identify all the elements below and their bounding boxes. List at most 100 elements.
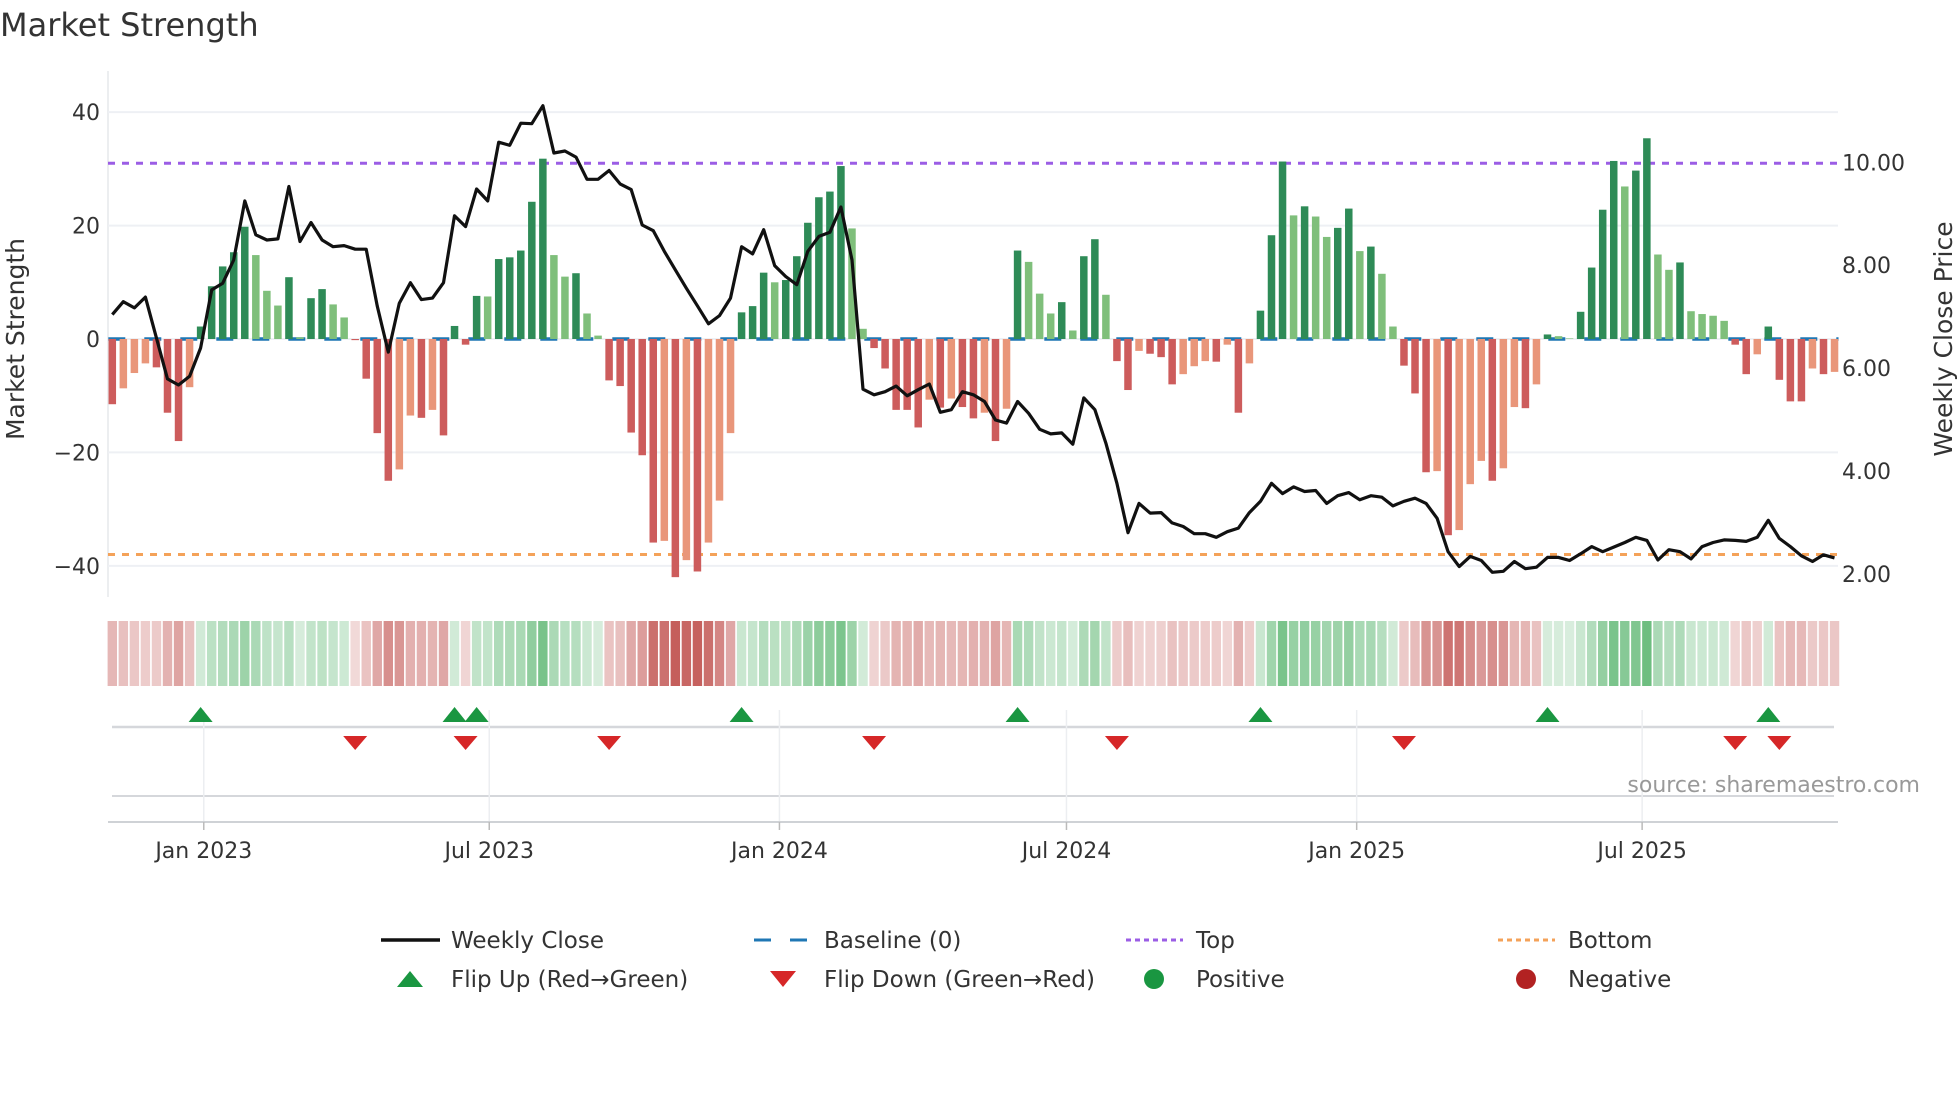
strength-bars bbox=[108, 138, 1839, 578]
x-tick-label: Jul 2025 bbox=[1595, 839, 1687, 864]
flip-down-marker bbox=[1723, 736, 1748, 750]
strength-bar bbox=[1422, 339, 1430, 473]
strength-bar bbox=[770, 282, 779, 339]
strength-bar bbox=[1212, 339, 1221, 362]
strength-bar bbox=[892, 339, 900, 410]
heatmap-cell bbox=[1664, 621, 1674, 686]
flip-up-marker bbox=[1756, 707, 1781, 722]
strength-bar bbox=[793, 256, 801, 339]
strength-bar bbox=[1146, 339, 1154, 354]
strength-bar bbox=[660, 339, 669, 541]
strength-bar bbox=[241, 226, 249, 339]
heatmap-cell bbox=[891, 621, 901, 686]
flip-markers bbox=[112, 707, 1834, 822]
heatmap-cell bbox=[1145, 621, 1155, 686]
strength-bar bbox=[395, 339, 404, 470]
strength-bar bbox=[1256, 310, 1265, 339]
heatmap-cell bbox=[1167, 621, 1177, 686]
strength-bar bbox=[1455, 339, 1463, 531]
strength-bar bbox=[1190, 339, 1198, 367]
strength-bar bbox=[947, 339, 956, 399]
heatmap-cell bbox=[1399, 621, 1409, 686]
heatmap-cell bbox=[505, 621, 515, 686]
heatmap-cell bbox=[670, 621, 681, 686]
heatmap-cell bbox=[1653, 621, 1663, 686]
strength-bar bbox=[826, 191, 834, 339]
strength-bar bbox=[969, 339, 978, 419]
strength-bar bbox=[318, 289, 326, 339]
heatmap-cell bbox=[1101, 621, 1111, 686]
strength-bar bbox=[903, 339, 911, 410]
strength-bar bbox=[1024, 261, 1033, 339]
heatmap-cell bbox=[1631, 621, 1641, 686]
flip-down-marker bbox=[597, 736, 622, 750]
strength-bar bbox=[1035, 293, 1044, 339]
legend-item-dash: Baseline (0) bbox=[754, 928, 961, 954]
strength-bar bbox=[1488, 339, 1497, 481]
strength-bar bbox=[1598, 209, 1607, 339]
heatmap-cell bbox=[372, 621, 382, 686]
legend-label: Positive bbox=[1196, 967, 1285, 993]
heatmap-cell bbox=[571, 621, 581, 686]
heatmap-cell bbox=[1741, 621, 1751, 686]
heatmap-cell bbox=[1675, 621, 1685, 686]
heatmap-cell bbox=[306, 621, 316, 686]
heatmap-cell bbox=[1178, 621, 1188, 686]
strength-bar bbox=[362, 339, 370, 379]
strength-bar bbox=[1367, 246, 1375, 339]
y2-tick-label: 2.00 bbox=[1842, 563, 1891, 588]
strength-bar bbox=[1786, 339, 1795, 402]
heatmap-cell bbox=[427, 621, 438, 686]
strength-bar bbox=[682, 339, 691, 561]
strength-bar bbox=[859, 328, 867, 339]
strength-bar bbox=[1300, 206, 1309, 339]
source-note: source: sharemaestro.com bbox=[1627, 773, 1920, 798]
heatmap-cell bbox=[460, 621, 471, 686]
strength-bar bbox=[1433, 339, 1441, 472]
heatmap-cell bbox=[1719, 621, 1729, 686]
strength-bar bbox=[1808, 339, 1817, 369]
heatmap-cell bbox=[1818, 621, 1829, 686]
heatmap-cell bbox=[1090, 621, 1100, 686]
heatmap-cell bbox=[1388, 621, 1398, 686]
strength-bar bbox=[1234, 339, 1243, 413]
heatmap-cell bbox=[1520, 621, 1531, 686]
heatmap-cell bbox=[538, 621, 548, 686]
flip-up-marker bbox=[442, 707, 467, 722]
heatmap-cell bbox=[924, 621, 934, 686]
y2-tick-label: 4.00 bbox=[1842, 460, 1891, 485]
strength-bar bbox=[417, 339, 426, 418]
strength-bar bbox=[583, 313, 591, 339]
strength-bar bbox=[605, 339, 613, 381]
heatmap-cell bbox=[814, 621, 824, 686]
heatmap-cell bbox=[184, 621, 195, 686]
heatmap-cell bbox=[1443, 621, 1453, 686]
strength-bar bbox=[1621, 186, 1629, 339]
strength-bar bbox=[1797, 339, 1806, 402]
strength-bar bbox=[1676, 262, 1684, 339]
strength-bar bbox=[1378, 273, 1386, 339]
legend-item-tri-up: Flip Up (Red→Green) bbox=[397, 967, 688, 993]
x-tick-label: Jul 2023 bbox=[442, 839, 534, 864]
strength-bar bbox=[1510, 339, 1519, 408]
strength-bar bbox=[1753, 339, 1762, 355]
strength-bar bbox=[1654, 254, 1662, 339]
heatmap-cell bbox=[449, 621, 460, 686]
heatmap-cell bbox=[1564, 621, 1575, 686]
heatmap-cell bbox=[1001, 621, 1012, 686]
strength-bar bbox=[1267, 235, 1276, 339]
heatmap-cell bbox=[1609, 621, 1619, 686]
heatmap-cell bbox=[1542, 621, 1553, 686]
heatmap-cell bbox=[118, 621, 129, 686]
heatmap-cell bbox=[438, 621, 449, 686]
y-tick-label: −40 bbox=[54, 555, 100, 580]
heatmap-cell bbox=[482, 621, 493, 686]
heatmap-cell bbox=[140, 621, 151, 686]
y-tick-label: −20 bbox=[54, 441, 100, 466]
strength-bar bbox=[1124, 339, 1132, 391]
strength-bar bbox=[1278, 161, 1287, 339]
heatmap-cell bbox=[107, 621, 117, 686]
strength-bar bbox=[881, 339, 889, 369]
heatmap-cell bbox=[1553, 621, 1564, 686]
legend-label: Top bbox=[1195, 928, 1235, 954]
